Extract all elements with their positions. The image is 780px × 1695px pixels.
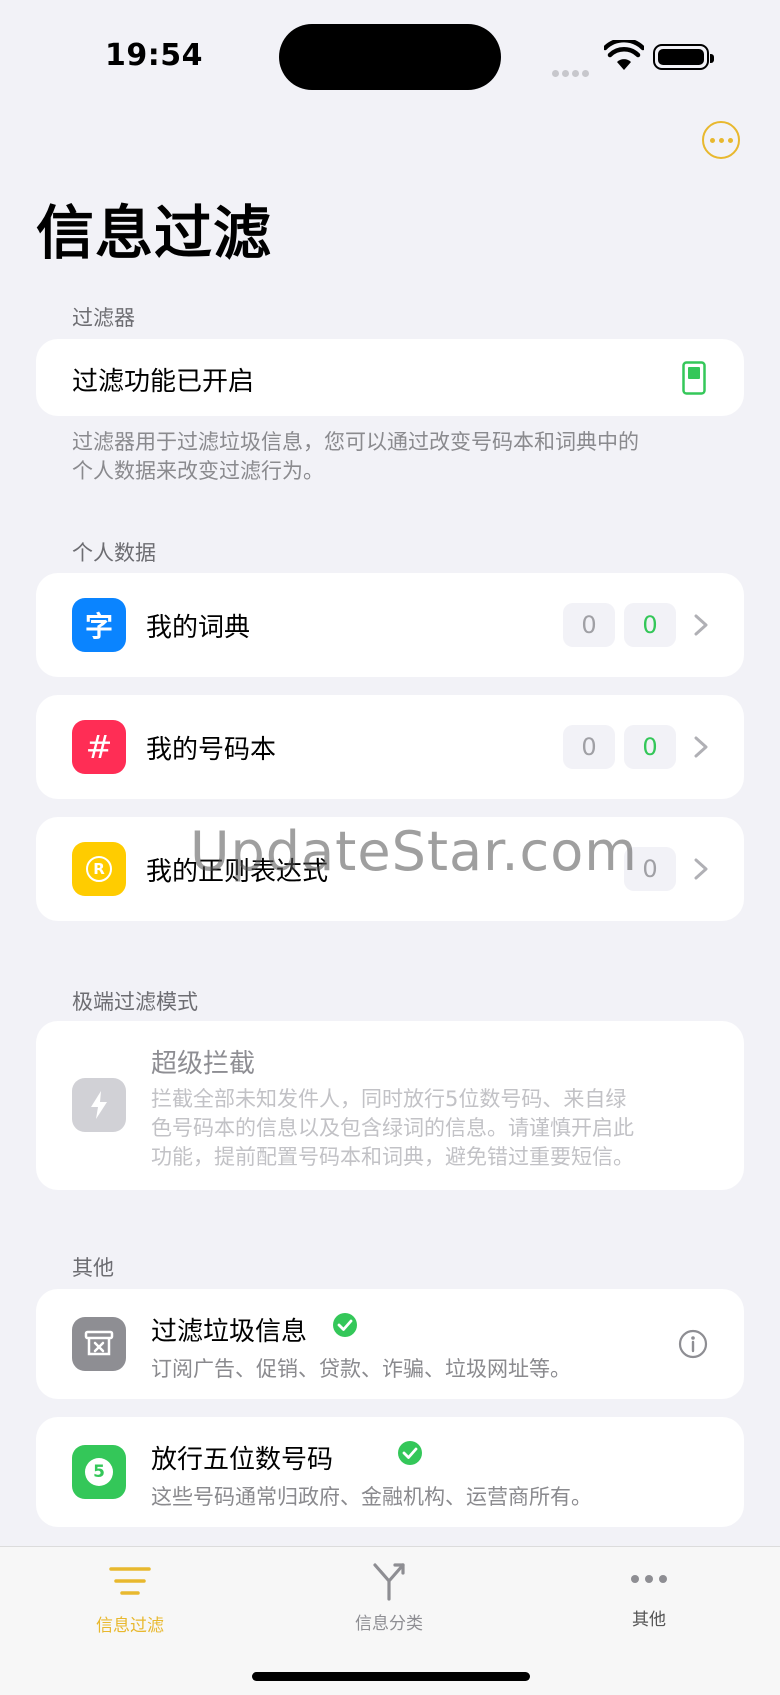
section-label-other: 其他 <box>72 1256 114 1280</box>
ellipsis-icon <box>631 1575 667 1583</box>
hash-icon: # <box>72 720 126 774</box>
section-label-extreme: 极端过滤模式 <box>72 990 198 1014</box>
signal-icon <box>552 62 592 81</box>
lightning-icon <box>72 1078 126 1132</box>
numberbook-label: 我的号码本 <box>146 735 277 765</box>
page-title: 信息过滤 <box>36 199 273 267</box>
branch-icon <box>373 1563 405 1601</box>
filter-lines-icon <box>109 1567 151 1595</box>
numberbook-count-gray: 0 <box>563 725 615 769</box>
trash-box-icon <box>72 1317 126 1371</box>
dictionary-icon: 字 <box>72 598 126 652</box>
regex-icon: R <box>72 842 126 896</box>
list-item-numberbook[interactable]: # 我的号码本 0 0 <box>36 695 744 799</box>
phone-icon <box>682 361 706 395</box>
super-block-title: 超级拦截 <box>151 1049 256 1079</box>
dictionary-count-gray: 0 <box>563 603 615 647</box>
tab-other[interactable]: 其他 <box>569 1571 729 1630</box>
dictionary-label: 我的词典 <box>146 613 251 643</box>
list-item-five-digit[interactable]: 5 放行五位数号码 这些号码通常归政府、金融机构、运营商所有。 <box>36 1417 744 1527</box>
tab-classify[interactable]: 信息分类 <box>309 1561 469 1634</box>
info-icon[interactable] <box>678 1329 708 1359</box>
filter-status-label: 过滤功能已开启 <box>72 367 255 397</box>
super-block-row[interactable]: 超级拦截 拦截全部未知发件人，同时放行5位数号码、来自绿 色号码本的信息以及包含… <box>36 1021 744 1190</box>
five-icon: 5 <box>72 1445 126 1499</box>
list-item-filter-spam[interactable]: 过滤垃圾信息 订阅广告、促销、贷款、诈骗、垃圾网址等。 <box>36 1289 744 1399</box>
chevron-right-icon <box>694 614 708 636</box>
numberbook-count-green: 0 <box>624 725 676 769</box>
list-item-dictionary[interactable]: 字 我的词典 0 0 <box>36 573 744 677</box>
dictionary-count-green: 0 <box>624 603 676 647</box>
section-label-filter: 过滤器 <box>72 306 135 330</box>
filter-spam-subtitle: 订阅广告、促销、贷款、诈骗、垃圾网址等。 <box>151 1357 571 1381</box>
chevron-right-icon <box>694 858 708 880</box>
five-digit-subtitle: 这些号码通常归政府、金融机构、运营商所有。 <box>151 1485 592 1509</box>
filter-status-row[interactable]: 过滤功能已开启 <box>36 339 744 416</box>
more-options-button[interactable] <box>702 121 740 159</box>
home-indicator[interactable] <box>252 1672 530 1681</box>
battery-icon <box>653 44 714 70</box>
five-digit-title: 放行五位数号码 <box>151 1445 334 1475</box>
section-label-personal: 个人数据 <box>72 541 156 565</box>
filter-description: 过滤器用于过滤垃圾信息，您可以通过改变号码本和词典中的 个人数据来改变过滤行为。 <box>72 430 639 483</box>
filter-spam-title: 过滤垃圾信息 <box>151 1317 308 1347</box>
dynamic-island <box>279 24 501 90</box>
watermark: UpdateStar.com <box>190 820 638 883</box>
wifi-icon <box>604 40 644 70</box>
chevron-right-icon <box>694 736 708 758</box>
check-circle-icon <box>398 1441 422 1465</box>
tab-filter[interactable]: 信息过滤 <box>50 1565 210 1636</box>
check-circle-icon <box>333 1313 357 1337</box>
super-block-description: 拦截全部未知发件人，同时放行5位数号码、来自绿 色号码本的信息以及包含绿词的信息… <box>151 1087 634 1169</box>
status-time: 19:54 <box>105 38 203 73</box>
